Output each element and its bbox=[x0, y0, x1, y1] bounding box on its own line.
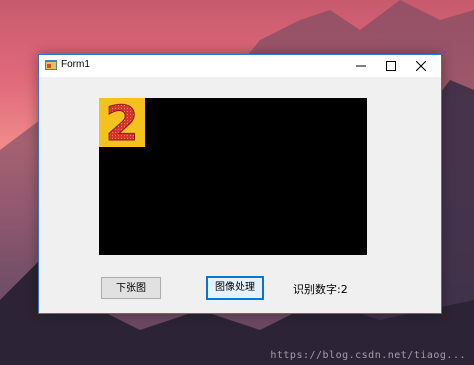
minimize-icon bbox=[356, 65, 366, 67]
title-bar[interactable]: Form1 bbox=[39, 55, 441, 77]
app-icon bbox=[45, 60, 57, 70]
close-button[interactable] bbox=[406, 55, 436, 77]
minimize-button[interactable] bbox=[346, 55, 376, 77]
watermark-text: https://blog.csdn.net/tiaog... bbox=[270, 350, 466, 361]
image-picturebox: 2 bbox=[99, 96, 367, 255]
digit-image: 2 bbox=[99, 96, 145, 153]
next-image-button[interactable]: 下张图 bbox=[101, 277, 161, 299]
maximize-button[interactable] bbox=[376, 55, 406, 77]
recognition-result-label: 识别数字:2 bbox=[293, 283, 348, 296]
maximize-icon bbox=[386, 61, 396, 71]
form-window: Form1 2 下张图 图像处理 识别数字:2 bbox=[38, 54, 442, 314]
digit-glyph: 2 bbox=[105, 98, 138, 147]
close-icon bbox=[416, 61, 426, 71]
process-image-button[interactable]: 图像处理 bbox=[206, 276, 264, 300]
window-title: Form1 bbox=[61, 59, 90, 70]
